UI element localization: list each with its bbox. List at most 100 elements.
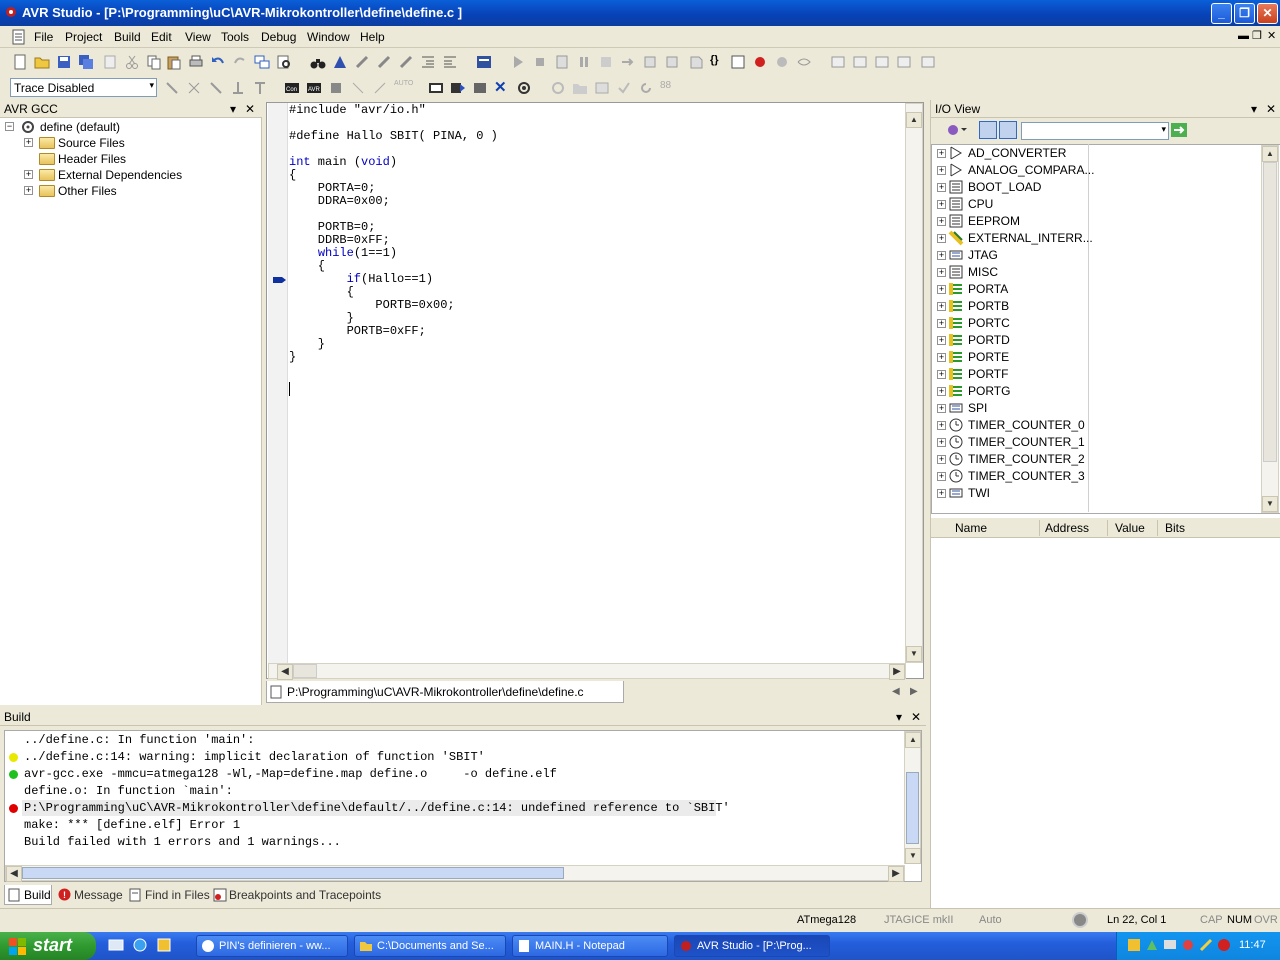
task-notepad[interactable]: MAIN.H - Notepad — [512, 935, 668, 957]
refresh-icon[interactable] — [638, 80, 654, 96]
expand-icon[interactable]: + — [937, 387, 946, 396]
mdi-minimize-button[interactable]: ▬ — [1238, 30, 1249, 42]
next-bookmark-icon[interactable] — [376, 54, 392, 70]
expand-icon[interactable]: + — [937, 234, 946, 243]
cut-icon[interactable] — [124, 54, 140, 70]
new-file-icon[interactable] — [12, 54, 28, 70]
menu-project[interactable]: Project — [65, 30, 102, 44]
expand-icon[interactable]: + — [937, 149, 946, 158]
save-all-icon[interactable] — [78, 54, 94, 70]
expand-icon[interactable]: + — [937, 489, 946, 498]
io-item[interactable]: + TIMER_COUNTER_3 — [934, 468, 1085, 485]
io-item[interactable]: + MISC — [934, 264, 1084, 281]
trace-icon-7[interactable] — [372, 80, 388, 96]
tab-find-in-files[interactable]: Find in Files — [127, 885, 210, 905]
expand-icon[interactable]: + — [24, 138, 33, 147]
io-item[interactable]: + PORTA — [934, 281, 1084, 298]
io-vertical-scrollbar[interactable]: ▲ ▼ — [1261, 145, 1279, 513]
gear-icon[interactable] — [516, 80, 532, 96]
io-item[interactable]: + PORTG — [934, 383, 1084, 400]
auto-icon[interactable]: AUTO — [394, 80, 413, 96]
maximize-button[interactable]: ❐ — [1234, 3, 1255, 24]
build-output-line[interactable]: avr-gcc.exe -mmcu=atmega128 -Wl,-Map=def… — [24, 767, 557, 781]
run-to-cursor-icon[interactable] — [664, 54, 680, 70]
io-item[interactable]: + PORTC — [934, 315, 1084, 332]
print-icon[interactable] — [188, 54, 204, 70]
document-icon[interactable] — [12, 29, 26, 45]
build-output-line[interactable]: make: *** [define.elf] Error 1 — [24, 818, 240, 832]
expand-icon[interactable]: + — [937, 472, 946, 481]
io-item[interactable]: + BOOT_LOAD — [934, 179, 1084, 196]
expand-icon[interactable]: + — [937, 370, 946, 379]
tree-view-icon[interactable] — [979, 121, 997, 139]
tab-message[interactable]: ! Message — [56, 885, 123, 905]
chip-icon[interactable] — [328, 80, 344, 96]
collapse-icon[interactable]: − — [5, 122, 14, 131]
build-output-line[interactable]: ../define.c: In function 'main': — [24, 733, 254, 747]
expand-icon[interactable]: + — [24, 170, 33, 179]
windows-icon[interactable] — [254, 54, 270, 70]
step-over-icon[interactable] — [620, 54, 636, 70]
io-item[interactable]: + TIMER_COUNTER_1 — [934, 434, 1085, 451]
app-icon[interactable] — [4, 5, 18, 19]
braces-icon[interactable]: {} — [710, 54, 726, 70]
trace-icon-3[interactable] — [208, 80, 224, 96]
io-item[interactable]: + PORTB — [934, 298, 1084, 315]
tray-icon-3[interactable] — [1163, 938, 1177, 952]
tree-item-source-files[interactable]: Source Files — [58, 135, 125, 151]
open-folder-icon[interactable] — [34, 54, 50, 70]
io-item[interactable]: + AD_CONVERTER — [934, 145, 1084, 162]
io-filter-icon[interactable] — [945, 122, 967, 138]
redo-icon[interactable] — [232, 54, 248, 70]
save-icon[interactable] — [56, 54, 72, 70]
trace-icon-6[interactable] — [350, 80, 366, 96]
build-output-line[interactable]: Build failed with 1 errors and 1 warning… — [24, 835, 341, 849]
expand-icon[interactable]: + — [937, 183, 946, 192]
horizontal-scrollbar[interactable]: ◀ ▶ — [268, 663, 906, 680]
close-doc-icon[interactable] — [102, 54, 118, 70]
expand-icon[interactable]: + — [937, 285, 946, 294]
expand-icon[interactable]: + — [937, 353, 946, 362]
minimize-button[interactable]: _ — [1211, 3, 1232, 24]
reset-icon[interactable] — [598, 54, 614, 70]
expand-icon[interactable]: + — [24, 186, 33, 195]
expand-icon[interactable]: + — [937, 302, 946, 311]
editor-tab[interactable]: P:\Programming\uC\AVR-Mikrokontroller\de… — [266, 681, 624, 703]
scroll-down-button[interactable]: ▼ — [906, 646, 922, 662]
scroll-thumb[interactable] — [22, 867, 564, 879]
expand-icon[interactable]: + — [937, 438, 946, 447]
menu-build[interactable]: Build — [114, 30, 141, 44]
close-icon[interactable]: ✕ — [909, 710, 923, 724]
build-icon[interactable] — [476, 54, 492, 70]
io-item[interactable]: + JTAG — [934, 247, 1084, 264]
find-files-icon[interactable] — [276, 54, 292, 70]
build-vertical-scrollbar[interactable]: ▲ ▼ — [904, 731, 921, 864]
tree-item-other-files[interactable]: Other Files — [58, 183, 117, 199]
scroll-thumb[interactable] — [293, 664, 317, 678]
quicklaunch-explorer-icon[interactable] — [108, 937, 124, 953]
pause-icon[interactable] — [576, 54, 592, 70]
film-icon[interactable] — [428, 80, 444, 96]
expand-icon[interactable]: + — [937, 166, 946, 175]
menu-view[interactable]: View — [185, 30, 211, 44]
breakpoint-icon[interactable] — [752, 54, 768, 70]
scroll-up-button[interactable]: ▲ — [906, 112, 922, 128]
io-item[interactable]: + EXTERNAL_INTERR... — [934, 230, 1093, 247]
con-icon[interactable]: Con — [284, 80, 300, 96]
toggle-bookmark-icon[interactable] — [354, 54, 370, 70]
vertical-scrollbar[interactable]: ▲ ▼ — [905, 103, 923, 663]
outdent-icon[interactable] — [442, 54, 458, 70]
io-item[interactable]: + TIMER_COUNTER_2 — [934, 451, 1085, 468]
expand-icon[interactable]: + — [937, 251, 946, 260]
column-name[interactable]: Name — [955, 521, 987, 535]
run-icon[interactable] — [510, 54, 526, 70]
tray-icon-1[interactable] — [1127, 938, 1141, 952]
io-item[interactable]: + PORTF — [934, 366, 1084, 383]
task-avr-studio[interactable]: AVR Studio - [P:\Prog... — [674, 935, 830, 957]
scroll-down-button[interactable]: ▼ — [905, 848, 921, 864]
expand-icon[interactable]: + — [937, 421, 946, 430]
check-icon[interactable] — [616, 80, 632, 96]
prev-bookmark-icon[interactable] — [398, 54, 414, 70]
io-item[interactable]: + ANALOG_COMPARA... — [934, 162, 1094, 179]
film-play-icon[interactable] — [450, 80, 466, 96]
